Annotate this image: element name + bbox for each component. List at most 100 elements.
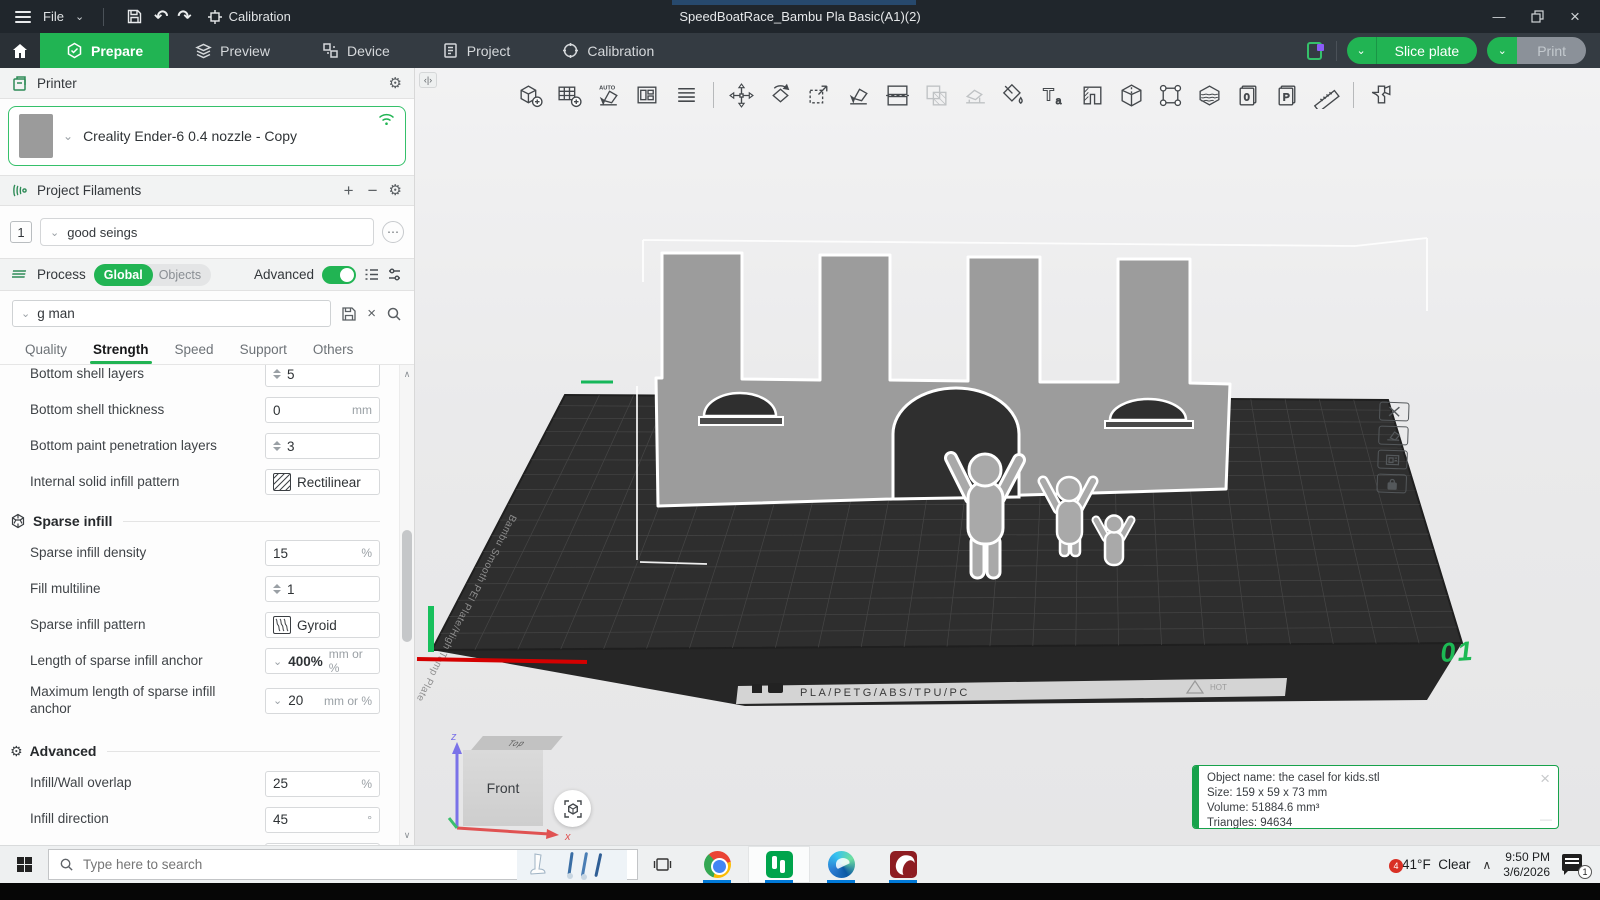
tray-expand-chevron-icon[interactable]: ∧ — [1482, 858, 1491, 872]
castle-model[interactable] — [656, 253, 1230, 506]
redo-icon[interactable]: ↷ — [177, 7, 191, 27]
minimize-button[interactable]: — — [1482, 4, 1516, 30]
slice-plate-button[interactable]: ⌄ Slice plate — [1347, 37, 1478, 64]
variable-layer-height-icon[interactable] — [1194, 80, 1224, 110]
print-button[interactable]: ⌄ Print — [1487, 37, 1586, 64]
remove-filament-button[interactable]: − — [365, 182, 381, 199]
printer-chevron-icon[interactable]: ⌄ — [63, 129, 73, 143]
svg-shape-icon[interactable] — [1077, 80, 1107, 110]
tab-strength[interactable]: Strength — [80, 336, 162, 364]
tab-device[interactable]: Device — [296, 33, 416, 68]
scroll-up-icon[interactable]: ∧ — [400, 369, 414, 380]
bottom-paint-penetration-input[interactable]: 3 — [265, 433, 380, 459]
max-length-sparse-infill-anchor-select[interactable]: ⌄ 20 mm or % — [265, 688, 380, 714]
tab-support[interactable]: Support — [227, 336, 300, 364]
advanced-toggle[interactable] — [322, 266, 356, 284]
object-list-icon[interactable]: 0 — [1233, 80, 1263, 110]
process-search-input[interactable] — [37, 306, 322, 321]
scrollbar-thumb[interactable] — [402, 530, 412, 642]
lay-on-face-icon[interactable] — [843, 80, 873, 110]
move-icon[interactable] — [726, 80, 756, 110]
tab-prepare[interactable]: Prepare — [40, 33, 169, 68]
menu-icon[interactable] — [12, 6, 34, 28]
color-painting-icon[interactable] — [999, 80, 1029, 110]
view-cube[interactable]: Top Front z x — [445, 728, 595, 845]
mesh-edit-icon[interactable] — [1116, 80, 1146, 110]
save-preset-icon[interactable] — [341, 306, 357, 322]
tab-project[interactable]: Project — [416, 33, 537, 68]
bottom-shell-thickness-input[interactable]: 0 mm — [265, 397, 380, 423]
filament-more-button[interactable]: ⋯ — [382, 221, 404, 243]
taskbar-chrome[interactable] — [686, 846, 748, 883]
close-button[interactable]: × — [1558, 4, 1592, 30]
taskbar-clock[interactable]: 9:50 PM 3/6/2026 — [1503, 850, 1550, 880]
measure-icon[interactable] — [1311, 80, 1341, 110]
internal-solid-infill-pattern-select[interactable]: Rectilinear — [265, 469, 380, 495]
taskbar-edge[interactable] — [810, 846, 872, 883]
scroll-down-icon[interactable]: ∨ — [400, 830, 414, 841]
bottom-shell-layers-input[interactable]: 5 — [265, 365, 380, 387]
printer-settings-gear-icon[interactable]: ⚙ — [389, 76, 402, 91]
restore-button[interactable] — [1520, 4, 1554, 30]
delete-plate-icon[interactable] — [1379, 402, 1410, 422]
clear-search-icon[interactable]: × — [367, 305, 376, 322]
taskbar-weather[interactable]: 4 41°F Clear — [1394, 857, 1470, 872]
objects-option[interactable]: Objects — [153, 268, 211, 282]
global-objects-toggle[interactable]: Global Objects — [94, 264, 211, 286]
mesh-boolean-icon[interactable] — [921, 80, 951, 110]
auto-orient-plate-icon[interactable] — [1378, 425, 1409, 445]
home-button[interactable] — [0, 33, 40, 68]
print-options-chevron-icon[interactable]: ⌄ — [1487, 37, 1517, 64]
undo-icon[interactable]: ↶ — [154, 7, 168, 27]
plate-selector-icon[interactable] — [1306, 41, 1326, 61]
search-icon[interactable] — [386, 306, 402, 322]
viewport-3d[interactable]: ‹|› Bambu Smooth PEI Plate/High Temp Pla… — [415, 68, 1600, 845]
snapshot-button[interactable] — [554, 790, 591, 827]
global-option[interactable]: Global — [94, 264, 153, 286]
add-plate-icon[interactable] — [554, 80, 584, 110]
process-search-box[interactable]: ⌄ — [12, 300, 331, 327]
settings-scrollbar[interactable]: ∧ ∨ — [399, 365, 414, 845]
titlebar-calibration-button[interactable]: Calibration — [207, 9, 291, 25]
add-filament-button[interactable]: + — [341, 182, 357, 199]
filament-slot-number[interactable]: 1 — [10, 221, 32, 243]
taskbar-red-app[interactable] — [872, 846, 934, 883]
tab-quality[interactable]: Quality — [12, 336, 80, 364]
taskbar-search-box[interactable] — [48, 849, 638, 880]
search-highlight-image[interactable] — [517, 850, 627, 880]
tune-icon[interactable] — [387, 267, 402, 282]
taskbar-bambu-studio[interactable] — [748, 846, 810, 883]
list-view-icon[interactable] — [364, 267, 379, 282]
sparse-infill-density-input[interactable]: 15 % — [265, 540, 380, 566]
plate-settings-icon[interactable]: P — [1272, 80, 1302, 110]
save-icon[interactable] — [123, 6, 145, 28]
start-button[interactable] — [0, 846, 48, 883]
infill-direction-input[interactable]: 45 ° — [265, 807, 380, 833]
support-painting-icon[interactable] — [960, 80, 990, 110]
file-menu-chevron-icon[interactable]: ⌄ — [75, 10, 84, 23]
length-sparse-infill-anchor-select[interactable]: ⌄ 400% mm or % — [265, 648, 380, 674]
text-tool-icon[interactable]: Ta — [1038, 80, 1068, 110]
fill-multiline-input[interactable]: 1 — [265, 576, 380, 602]
infill-wall-overlap-input[interactable]: 25 % — [265, 771, 380, 797]
tab-calibration[interactable]: Calibration — [536, 33, 680, 68]
taskbar-search-input[interactable] — [83, 857, 508, 872]
arrange-plate-icon[interactable] — [1377, 449, 1408, 469]
sparse-infill-pattern-select[interactable]: Gyroid — [265, 612, 380, 638]
slice-options-chevron-icon[interactable]: ⌄ — [1347, 37, 1377, 64]
arrange-icon[interactable] — [632, 80, 662, 110]
add-object-icon[interactable] — [515, 80, 545, 110]
filament-settings-gear-icon[interactable]: ⚙ — [389, 183, 402, 198]
cut-icon[interactable] — [882, 80, 912, 110]
tab-others[interactable]: Others — [300, 336, 367, 364]
scale-icon[interactable] — [804, 80, 834, 110]
assembly-icon[interactable] — [1366, 80, 1396, 110]
rotate-icon[interactable] — [765, 80, 795, 110]
filament-selector[interactable]: ⌄ good seings — [40, 218, 374, 246]
tab-preview[interactable]: Preview — [169, 33, 296, 68]
tab-speed[interactable]: Speed — [162, 336, 227, 364]
printer-selector[interactable]: ⌄ Creality Ender-6 0.4 nozzle - Copy — [8, 106, 406, 166]
auto-orient-icon[interactable]: AUTO — [593, 80, 623, 110]
task-view-button[interactable] — [638, 846, 686, 883]
file-menu[interactable]: File — [43, 9, 64, 24]
